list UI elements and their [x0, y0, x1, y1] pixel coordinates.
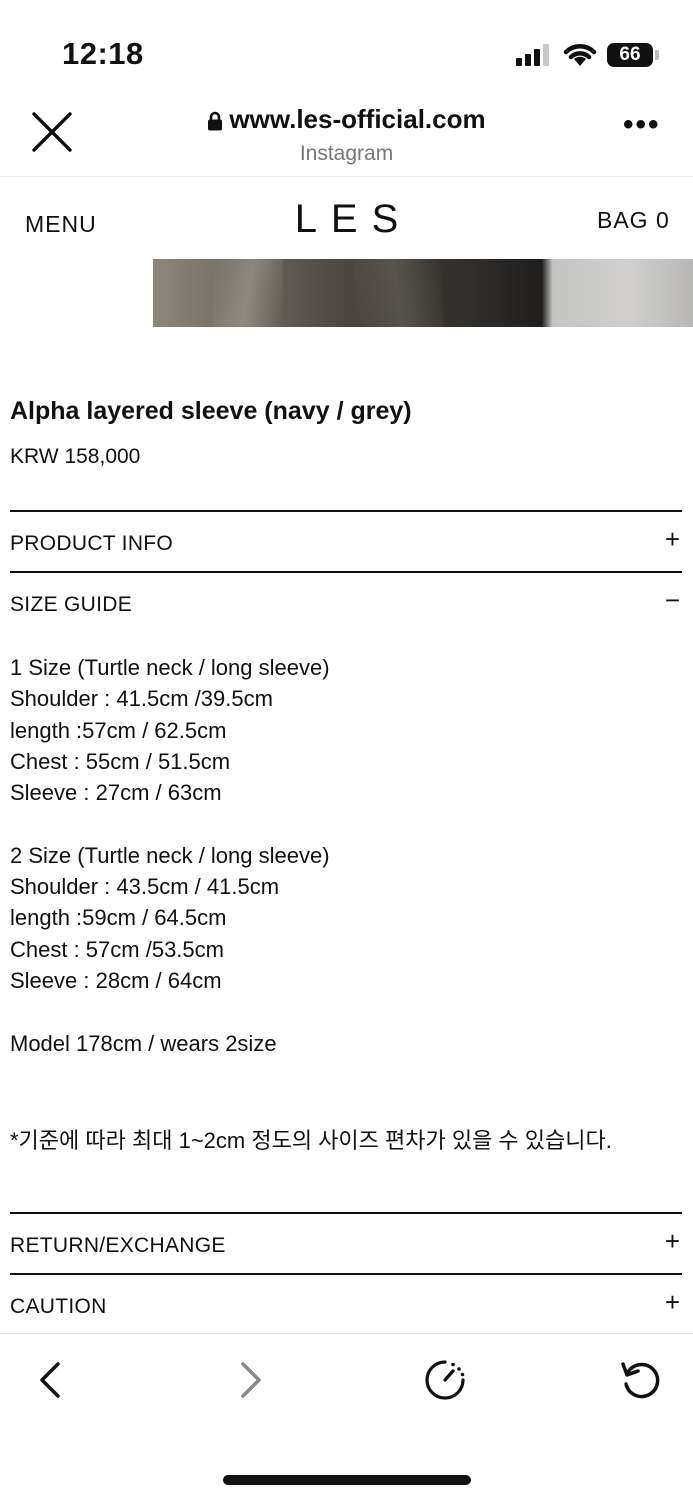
timer-icon[interactable]: [423, 1358, 467, 1402]
size-guide-line: Sleeve : 27cm / 63cm: [10, 780, 222, 806]
forward-arrow-icon[interactable]: [227, 1358, 271, 1402]
size-guide-line: Sleeve : 28cm / 64cm: [10, 967, 222, 993]
size-deviation-note: *기준에 따라 최대 1~2cm 정도의 사이즈 편차가 있을 수 있습니다.: [10, 1128, 612, 1153]
product-title: Alpha layered sleeve (navy / grey): [10, 397, 412, 425]
browser-header: www.les-official.com Instagram •••: [0, 90, 693, 177]
accordion-label: CAUTION: [10, 1295, 107, 1318]
cellular-signal-icon: [516, 44, 550, 66]
wifi-icon: [563, 44, 597, 66]
url-bar[interactable]: www.les-official.com: [0, 104, 693, 135]
size-guide-line: Chest : 55cm / 51.5cm: [10, 748, 231, 774]
product-image-fold: [353, 259, 443, 327]
product-image: [153, 259, 693, 327]
size-guide-line: 1 Size (Turtle neck / long sleeve): [10, 655, 330, 680]
plus-icon[interactable]: +: [665, 1287, 680, 1318]
home-indicator: [223, 1475, 471, 1485]
size-guide-content: 1 Size (Turtle neck / long sleeve) Shoul…: [10, 652, 682, 1059]
size-guide-line: 2 Size (Turtle neck / long sleeve): [10, 842, 330, 868]
model-info: Model 178cm / wears 2size: [10, 1030, 277, 1056]
plus-icon[interactable]: +: [665, 1226, 680, 1257]
product-price: KRW 158,000: [10, 445, 141, 468]
size-guide-line: length :57cm / 62.5cm: [10, 717, 227, 743]
minus-icon[interactable]: −: [665, 585, 680, 616]
size-guide-line: Shoulder : 41.5cm /39.5cm: [10, 686, 273, 712]
back-arrow-icon[interactable]: [30, 1358, 74, 1402]
reload-icon[interactable]: [619, 1358, 663, 1402]
accordion-label: SIZE GUIDE: [10, 593, 133, 616]
status-time: 12:18: [62, 36, 144, 71]
accordion-return-exchange[interactable]: RETURN/EXCHANGE +: [10, 1212, 682, 1274]
status-bar: 12:18 66: [0, 0, 693, 90]
size-guide-line: length :59cm / 64.5cm: [10, 905, 227, 931]
size-guide-line: Chest : 57cm /53.5cm: [10, 936, 224, 962]
accordion-caution[interactable]: CAUTION +: [10, 1273, 682, 1335]
site-nav: MENU LES BAG 0: [0, 177, 693, 259]
size-guide-line: Shoulder : 43.5cm / 41.5cm: [10, 874, 280, 900]
brand-logo[interactable]: LES: [0, 197, 693, 242]
accordion-product-info[interactable]: PRODUCT INFO +: [10, 510, 682, 572]
accordion-size-guide[interactable]: SIZE GUIDE −: [10, 571, 682, 633]
product-image-fold: [213, 259, 283, 327]
url-text: www.les-official.com: [229, 104, 486, 134]
accordion-label: RETURN/EXCHANGE: [10, 1234, 226, 1257]
accordion-label: PRODUCT INFO: [10, 532, 174, 555]
bag-button[interactable]: BAG 0: [597, 207, 670, 234]
more-options-icon[interactable]: •••: [623, 110, 663, 140]
lock-icon: [208, 111, 223, 131]
plus-icon[interactable]: +: [665, 524, 680, 555]
battery-indicator: 66: [607, 43, 653, 67]
battery-nub: [655, 50, 659, 60]
url-source: Instagram: [299, 142, 394, 165]
